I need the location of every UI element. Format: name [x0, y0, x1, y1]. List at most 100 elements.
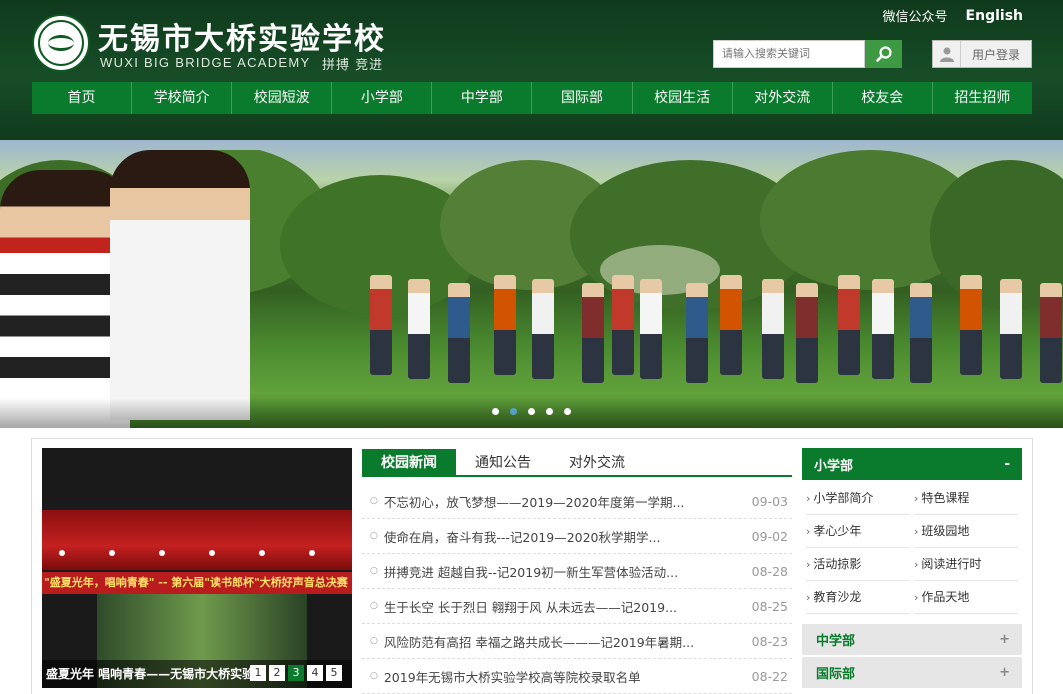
news-item[interactable]: ○ 2019年无锡市大桥实验学校高等院校录取名单 08-22: [362, 659, 792, 694]
photo-page-4[interactable]: 4: [307, 665, 323, 681]
banner-dot-1[interactable]: [492, 408, 499, 415]
banner-figure: [448, 283, 470, 383]
news-date: 08-28: [751, 563, 788, 579]
login-button[interactable]: 用户登录: [932, 40, 1032, 68]
circle-bullet-icon: ○: [370, 636, 378, 646]
nav-item-3[interactable]: 小学部: [332, 82, 433, 114]
news-item[interactable]: ○ 不忘初心，放飞梦想——2019—2020年度第一学期... 09-03: [362, 484, 792, 519]
news-item[interactable]: ○ 使命在肩，奋斗有我---记2019—2020秋学期学... 09-02: [362, 519, 792, 554]
hero-banner[interactable]: [0, 140, 1063, 428]
banner-dot-2[interactable]: [510, 408, 517, 415]
banner-figure: [910, 283, 932, 383]
news-title[interactable]: 不忘初心，放飞梦想——2019—2020年度第一学期...: [384, 492, 744, 511]
banner-figure: [872, 279, 894, 379]
news-date: 09-02: [751, 528, 788, 544]
wechat-link[interactable]: 微信公众号: [883, 6, 948, 25]
news-date: 08-25: [751, 598, 788, 614]
side-link-label: 作品天地: [921, 590, 970, 604]
side-link[interactable]: › 阅读进行时: [914, 548, 1018, 581]
side-link[interactable]: › 小学部简介: [806, 482, 910, 515]
banner-figure: [796, 283, 818, 383]
photo-page-5[interactable]: 5: [326, 665, 342, 681]
circle-bullet-icon: ○: [370, 496, 378, 506]
banner-dots: [492, 408, 571, 415]
chevron-right-icon: ›: [806, 525, 811, 538]
banner-figure: [640, 279, 662, 379]
side-link[interactable]: › 作品天地: [914, 581, 1018, 614]
banner-figure: [1040, 283, 1062, 383]
banner-dot-3[interactable]: [528, 408, 535, 415]
news-item[interactable]: ○ 拼搏竞进 超越自我--记2019初一新生军营体验活动... 08-28: [362, 554, 792, 589]
banner-dot-5[interactable]: [564, 408, 571, 415]
photo-page-1[interactable]: 1: [250, 665, 266, 681]
chevron-right-icon: ›: [914, 525, 919, 538]
news-title[interactable]: 拼搏竞进 超越自我--记2019初一新生军营体验活动...: [384, 562, 744, 581]
expand-icon[interactable]: +: [999, 632, 1010, 647]
news-item[interactable]: ○ 生于长空 长于烈日 翱翔于风 从未远去——记2019... 08-25: [362, 589, 792, 624]
side-links: › 小学部简介 › 特色课程 › 孝心少年 › 班级园地 › 活动掠影 › 阅读进行时 › 教育沙龙 › 作品…: [802, 480, 1022, 614]
banner-figure: [1000, 279, 1022, 379]
search-input[interactable]: [713, 40, 865, 68]
side-link-label: 小学部简介: [813, 491, 874, 505]
photo-page-2[interactable]: 2: [269, 665, 285, 681]
news-date: 08-22: [751, 668, 788, 684]
expand-icon[interactable]: +: [999, 665, 1010, 680]
nav-item-2[interactable]: 校园短波: [232, 82, 333, 114]
side-link[interactable]: › 班级园地: [914, 515, 1018, 548]
school-emblem-icon[interactable]: [32, 14, 90, 72]
news-date: 08-23: [751, 633, 788, 649]
side-link-label: 特色课程: [921, 491, 970, 505]
banner-figure: [582, 283, 604, 383]
banner-figure: [494, 275, 516, 375]
collapse-icon[interactable]: -: [1004, 456, 1010, 472]
banner-figure: [686, 283, 708, 383]
side-collapsed-title: 中学部: [816, 634, 856, 649]
side-section-title: 小学部: [814, 458, 854, 474]
news-tabs: 校园新闻 通知公告 对外交流: [362, 449, 792, 477]
side-collapsed-section[interactable]: 国际部 +: [802, 657, 1022, 688]
stage-backdrop: [42, 510, 352, 570]
side-link[interactable]: › 活动掠影: [806, 548, 910, 581]
photo-page-3[interactable]: 3: [288, 665, 304, 681]
tab-0[interactable]: 校园新闻: [362, 449, 456, 475]
login-label: 用户登录: [971, 47, 1020, 62]
news-title[interactable]: 生于长空 长于烈日 翱翔于风 从未远去——记2019...: [384, 597, 744, 616]
side-link[interactable]: › 特色课程: [914, 482, 1018, 515]
tab-2[interactable]: 对外交流: [550, 449, 644, 475]
chevron-right-icon: ›: [914, 591, 919, 604]
nav-item-8[interactable]: 校友会: [833, 82, 933, 114]
banner-figure-front: [110, 150, 250, 420]
side-collapsed-section[interactable]: 中学部 +: [802, 624, 1022, 655]
side-link[interactable]: › 教育沙龙: [806, 581, 910, 614]
news-title[interactable]: 使命在肩，奋斗有我---记2019—2020秋学期学...: [384, 527, 744, 546]
side-panel: 小学部 - › 小学部简介 › 特色课程 › 孝心少年 › 班级园地 › 活动掠影 › 阅读进行时 › 教…: [802, 448, 1022, 688]
side-link-label: 孝心少年: [813, 524, 862, 538]
side-section-header[interactable]: 小学部 -: [802, 448, 1022, 480]
photo-pager: 12345: [250, 665, 342, 681]
search-button[interactable]: [865, 40, 902, 68]
side-link-label: 教育沙龙: [813, 590, 862, 604]
nav-item-4[interactable]: 中学部: [432, 82, 533, 114]
news-title[interactable]: 风险防范有高招 幸福之路共成长———记2019年暑期...: [384, 632, 744, 651]
chevron-right-icon: ›: [806, 591, 811, 604]
side-link[interactable]: › 孝心少年: [806, 515, 910, 548]
user-icon: [939, 47, 954, 62]
side-collapsed-title: 国际部: [816, 667, 856, 682]
banner-dot-4[interactable]: [546, 408, 553, 415]
nav-item-7[interactable]: 对外交流: [733, 82, 833, 114]
school-title: 无锡市大桥实验学校: [98, 22, 386, 57]
nav-item-5[interactable]: 国际部: [532, 82, 633, 114]
site-header: 无锡市大桥实验学校 WUXI BIG BRIDGE ACADEMY 拼搏 竞进 …: [0, 0, 1063, 140]
tab-1[interactable]: 通知公告: [456, 449, 550, 475]
photo-slider[interactable]: "盛夏光年，唱响青春" -- 第六届"读书郎杯"大桥好声音总决赛 盛夏光年 唱响…: [42, 448, 352, 688]
english-link[interactable]: English: [966, 8, 1023, 24]
news-title[interactable]: 2019年无锡市大桥实验学校高等院校录取名单: [384, 667, 744, 686]
nav-item-1[interactable]: 学校简介: [132, 82, 233, 114]
banner-figure: [370, 275, 392, 375]
nav-item-0[interactable]: 首页: [32, 82, 133, 114]
top-links: 微信公众号 English: [883, 6, 1023, 26]
news-item[interactable]: ○ 风险防范有高招 幸福之路共成长———记2019年暑期... 08-23: [362, 624, 792, 659]
nav-item-9[interactable]: 招生招师: [933, 82, 1032, 114]
nav-item-6[interactable]: 校园生活: [633, 82, 733, 114]
banner-figure: [720, 275, 742, 375]
